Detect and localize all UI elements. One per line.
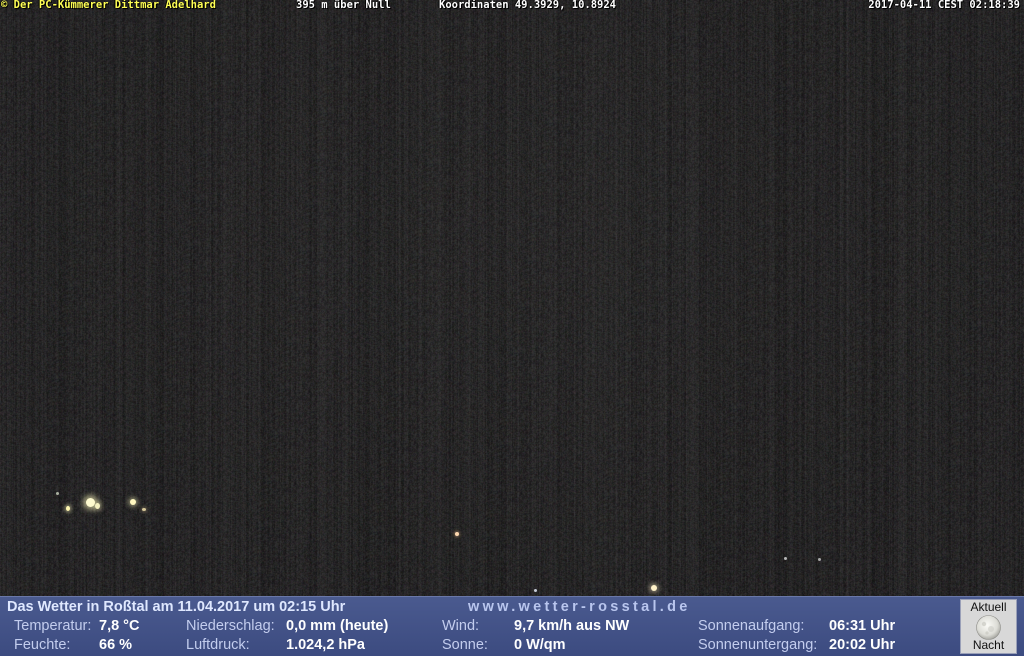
humidity-value: 66 % bbox=[99, 637, 133, 653]
light-point bbox=[66, 506, 70, 511]
night-scene-image bbox=[0, 0, 1024, 596]
temperature-value: 7,8 °C bbox=[99, 618, 140, 634]
capture-timestamp: 2017-04-11 CEST 02:18:39 bbox=[868, 0, 1020, 11]
light-point bbox=[455, 532, 459, 536]
sun-label: Sonne: bbox=[442, 637, 488, 653]
light-point bbox=[56, 492, 59, 495]
sun-value: 0 W/qm bbox=[514, 637, 566, 653]
light-point bbox=[142, 508, 146, 511]
precipitation-value: 0,0 mm (heute) bbox=[286, 618, 389, 634]
light-point bbox=[130, 499, 136, 505]
light-point bbox=[86, 498, 95, 507]
website-text: www.wetter-rosstal.de bbox=[468, 599, 691, 615]
sunset-value: 20:02 Uhr bbox=[829, 637, 896, 653]
sunrise-label: Sonnenaufgang: bbox=[698, 618, 805, 634]
coordinates-text: Koordinaten 49.3929, 10.8924 bbox=[439, 0, 617, 11]
wind-value: 9,7 km/h aus NW bbox=[514, 618, 630, 634]
weather-title: Das Wetter in Roßtal am 11.04.2017 um 02… bbox=[7, 599, 346, 615]
light-point bbox=[818, 558, 821, 561]
sunrise-value: 06:31 Uhr bbox=[829, 618, 896, 634]
altitude-text: 395 m über Null bbox=[296, 0, 391, 11]
moon-current-label: Aktuell bbox=[970, 600, 1007, 614]
precipitation-label: Niederschlag: bbox=[186, 618, 275, 634]
humidity-label: Feuchte: bbox=[14, 637, 71, 653]
light-point bbox=[784, 557, 787, 560]
light-point bbox=[534, 589, 537, 592]
weather-info-bar: Das Wetter in Roßtal am 11.04.2017 um 02… bbox=[0, 596, 1024, 656]
sunset-label: Sonnenuntergang: bbox=[698, 637, 818, 653]
sensor-noise bbox=[0, 0, 1024, 596]
moon-night-label: Nacht bbox=[972, 638, 1005, 652]
moon-phase-box: Aktuell Nacht bbox=[960, 599, 1017, 654]
temperature-label: Temperatur: bbox=[14, 618, 92, 634]
webcam-frame: © Der PC-Kümmerer Dittmar Adelhard 395 m… bbox=[0, 0, 1024, 656]
copyright-credit: © Der PC-Kümmerer Dittmar Adelhard bbox=[1, 0, 216, 11]
pressure-label: Luftdruck: bbox=[186, 637, 250, 653]
light-point bbox=[95, 503, 100, 509]
light-point bbox=[651, 585, 657, 591]
full-moon-icon bbox=[976, 615, 1001, 640]
pressure-value: 1.024,2 hPa bbox=[286, 637, 365, 653]
wind-label: Wind: bbox=[442, 618, 480, 634]
